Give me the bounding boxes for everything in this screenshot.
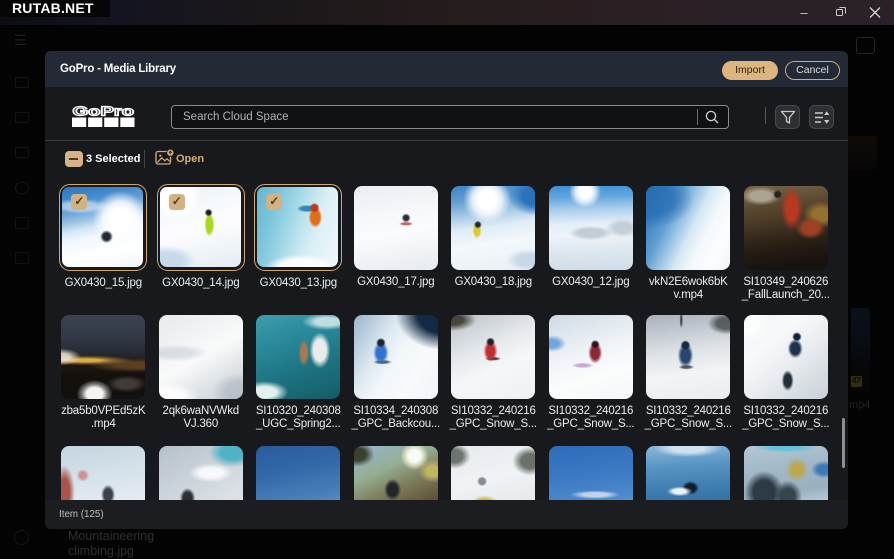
- svg-text:GoPro: GoPro: [73, 105, 135, 119]
